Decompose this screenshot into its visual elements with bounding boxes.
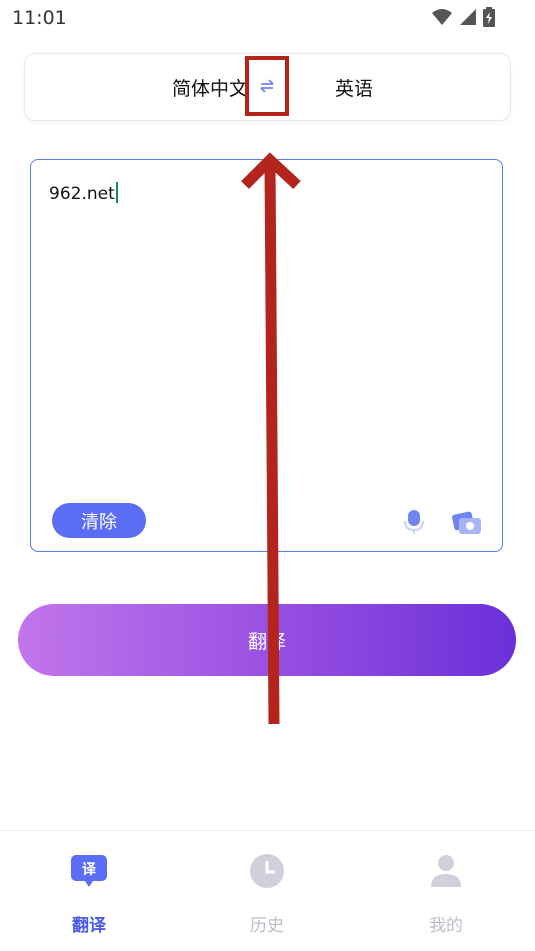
microphone-icon[interactable] [402, 509, 426, 535]
battery-icon [483, 7, 495, 27]
status-icons [431, 7, 495, 27]
status-bar: 11:01 [0, 0, 535, 38]
nav-profile-label: 我的 [429, 916, 463, 936]
cell-signal-icon [460, 9, 476, 25]
swap-arrows-icon [260, 79, 274, 93]
bottom-nav: 译 翻译 历史 我的 [0, 830, 535, 951]
target-language-button[interactable]: 英语 [335, 74, 373, 101]
translate-bubble-icon: 译 [69, 851, 109, 891]
nav-translate-label: 翻译 [72, 916, 106, 936]
status-time: 11:01 [12, 7, 67, 29]
nav-profile[interactable]: 我的 [401, 851, 491, 936]
translate-button[interactable]: 翻译 [18, 604, 516, 676]
clock-icon [247, 851, 287, 891]
camera-icon[interactable] [452, 510, 482, 536]
nav-history-label: 历史 [250, 916, 284, 936]
source-language-button[interactable]: 简体中文 [172, 74, 248, 101]
nav-history[interactable]: 历史 [222, 851, 312, 936]
user-icon [426, 851, 466, 891]
translator-screen: 11:01 简体中文 英语 962.net 清除 翻译 译 翻译 历史 我的 [0, 0, 535, 951]
nav-translate-icon-text: 译 [82, 862, 97, 878]
nav-translate[interactable]: 译 翻译 [44, 851, 134, 936]
source-text-input[interactable]: 962.net 清除 [30, 159, 503, 552]
input-text-wrap: 962.net [49, 182, 118, 204]
input-text-value: 962.net [49, 184, 115, 204]
language-selector: 简体中文 英语 [25, 54, 510, 120]
swap-languages-button[interactable] [245, 56, 289, 116]
wifi-icon [432, 9, 452, 25]
text-cursor [115, 182, 118, 203]
clear-button[interactable]: 清除 [52, 503, 146, 538]
